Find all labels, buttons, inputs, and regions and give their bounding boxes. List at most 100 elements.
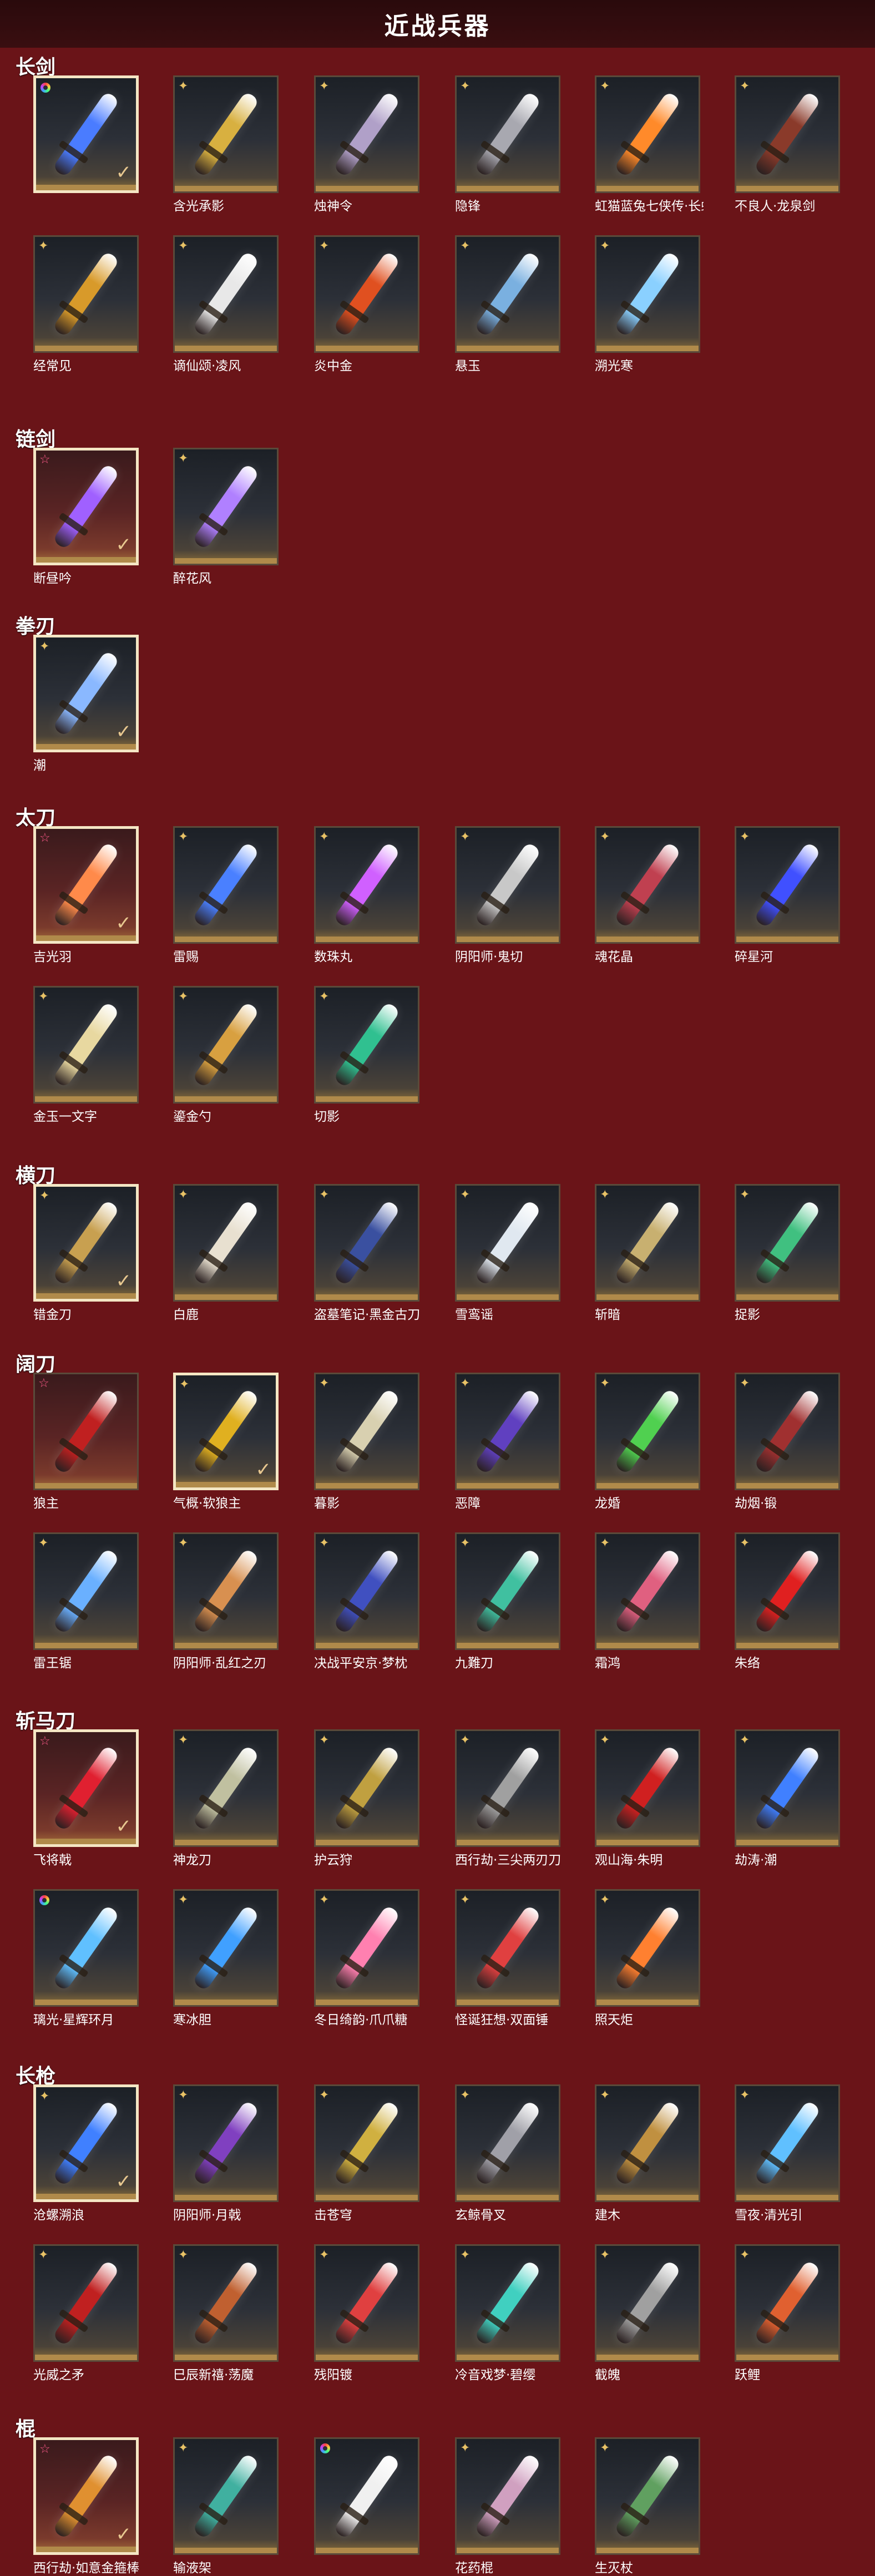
weapon-card[interactable]: ✦ 巳辰新禧·荡魔: [173, 2244, 282, 2383]
weapon-thumbnail[interactable]: ✦: [595, 2437, 700, 2555]
weapon-thumbnail[interactable]: ✦: [455, 1373, 560, 1490]
weapon-thumbnail[interactable]: ✦: [595, 75, 700, 193]
weapon-card[interactable]: ✦ 神龙刀: [173, 1729, 282, 1868]
weapon-card[interactable]: ☆ ✓ 飞将戟: [33, 1729, 142, 1868]
weapon-thumbnail[interactable]: ✦: [735, 1532, 840, 1650]
weapon-thumbnail[interactable]: ✦: [735, 826, 840, 944]
weapon-card[interactable]: ✦ 残阳镀: [314, 2244, 423, 2383]
weapon-card[interactable]: ✦ 虹猫蓝兔七侠传·长虹剑: [595, 75, 704, 214]
weapon-card[interactable]: 璃光·星辉环月: [33, 1889, 142, 2028]
weapon-card[interactable]: ✦ 劫涛·潮: [735, 1729, 843, 1868]
weapon-thumbnail[interactable]: ✦: [455, 75, 560, 193]
weapon-thumbnail[interactable]: ✦: [314, 1373, 419, 1490]
weapon-thumbnail[interactable]: ✦ ✓: [33, 635, 139, 752]
weapon-card[interactable]: ✦ 隐锋: [455, 75, 564, 214]
weapon-thumbnail[interactable]: ✦: [455, 1729, 560, 1847]
weapon-thumbnail[interactable]: ✦: [173, 1889, 279, 2007]
weapon-card[interactable]: ✦ ✓ 沧螺溯浪: [33, 2084, 142, 2223]
weapon-thumbnail[interactable]: ✦: [314, 2084, 419, 2202]
weapon-thumbnail[interactable]: ✦: [455, 1184, 560, 1302]
weapon-card[interactable]: ✦ 雷赐: [173, 826, 282, 965]
weapon-thumbnail[interactable]: ✦: [314, 75, 419, 193]
weapon-card[interactable]: ✦ 决战平安京·梦枕: [314, 1532, 423, 1671]
weapon-card[interactable]: ✦ 龙婚: [595, 1373, 704, 1511]
weapon-card[interactable]: ✦ 恶障: [455, 1373, 564, 1511]
weapon-thumbnail[interactable]: ✦: [455, 2244, 560, 2362]
weapon-thumbnail[interactable]: ✓: [33, 75, 139, 193]
weapon-card[interactable]: ✦ 霜鸿: [595, 1532, 704, 1671]
weapon-card[interactable]: ✦ 不良人·龙泉剑: [735, 75, 843, 214]
weapon-thumbnail[interactable]: ✦: [595, 235, 700, 353]
weapon-thumbnail[interactable]: ✦: [314, 986, 419, 1104]
weapon-thumbnail[interactable]: ✦: [735, 75, 840, 193]
weapon-card[interactable]: ✦ 经常见: [33, 235, 142, 374]
weapon-thumbnail[interactable]: ✦: [735, 2084, 840, 2202]
weapon-card[interactable]: ✦ 金玉一文字: [33, 986, 142, 1125]
weapon-thumbnail[interactable]: ✦: [595, 2244, 700, 2362]
weapon-thumbnail[interactable]: ✦: [455, 235, 560, 353]
weapon-card[interactable]: ✦ 阴阳师·月戟: [173, 2084, 282, 2223]
weapon-thumbnail[interactable]: ✦: [595, 1729, 700, 1847]
weapon-card[interactable]: ✦ 劫烟·锻: [735, 1373, 843, 1511]
weapon-thumbnail[interactable]: ✦: [455, 826, 560, 944]
weapon-thumbnail[interactable]: ✦: [33, 235, 139, 353]
weapon-card[interactable]: ✦ 切影: [314, 986, 423, 1125]
weapon-thumbnail[interactable]: ✦: [595, 2084, 700, 2202]
weapon-thumbnail[interactable]: ✦: [314, 1889, 419, 2007]
weapon-card[interactable]: ✦ 阴阳师·乱红之刃: [173, 1532, 282, 1671]
weapon-card[interactable]: ✓: [33, 75, 142, 195]
weapon-card[interactable]: ✦ 盗墓笔记·黑金古刀: [314, 1184, 423, 1323]
weapon-thumbnail[interactable]: ✦: [595, 1184, 700, 1302]
weapon-thumbnail[interactable]: ✦: [595, 1373, 700, 1490]
weapon-card[interactable]: ✦ ✓ 潮: [33, 635, 142, 773]
weapon-thumbnail[interactable]: ✦: [33, 2244, 139, 2362]
weapon-card[interactable]: [314, 2437, 423, 2557]
weapon-thumbnail[interactable]: ✦: [735, 1373, 840, 1490]
weapon-card[interactable]: ✦ 截魄: [595, 2244, 704, 2383]
weapon-card[interactable]: ☆ 狼主: [33, 1373, 142, 1511]
weapon-card[interactable]: ✦ 雷王锯: [33, 1532, 142, 1671]
weapon-card[interactable]: ✦ 白鹿: [173, 1184, 282, 1323]
weapon-card[interactable]: ✦ 朱络: [735, 1532, 843, 1671]
weapon-thumbnail[interactable]: ✦: [173, 2084, 279, 2202]
weapon-card[interactable]: ✦ 炎中金: [314, 235, 423, 374]
weapon-card[interactable]: ✦ 捉影: [735, 1184, 843, 1323]
weapon-thumbnail[interactable]: ✦: [33, 1532, 139, 1650]
weapon-thumbnail[interactable]: ✦: [595, 1532, 700, 1650]
weapon-thumbnail[interactable]: ✦: [173, 1184, 279, 1302]
weapon-thumbnail[interactable]: ✦ ✓: [173, 1373, 279, 1490]
weapon-thumbnail[interactable]: ✦ ✓: [33, 2084, 139, 2202]
weapon-card[interactable]: ✦ 护云狩: [314, 1729, 423, 1868]
weapon-card[interactable]: ✦ 玄鲸骨叉: [455, 2084, 564, 2223]
weapon-thumbnail[interactable]: ✦: [595, 826, 700, 944]
weapon-card[interactable]: ✦ 雪鸾谣: [455, 1184, 564, 1323]
weapon-card[interactable]: ✦ 碎星河: [735, 826, 843, 965]
weapon-thumbnail[interactable]: ✦: [455, 2084, 560, 2202]
weapon-card[interactable]: ✦ 西行劫·三尖两刃刀: [455, 1729, 564, 1868]
weapon-card[interactable]: ✦ 数珠丸: [314, 826, 423, 965]
weapon-card[interactable]: ✦ 光威之矛: [33, 2244, 142, 2383]
weapon-card[interactable]: ✦ 九難刀: [455, 1532, 564, 1671]
weapon-thumbnail[interactable]: ✦: [314, 1729, 419, 1847]
weapon-thumbnail[interactable]: ✦: [173, 826, 279, 944]
weapon-card[interactable]: ✦ 击苍穹: [314, 2084, 423, 2223]
weapon-thumbnail[interactable]: ✦: [314, 235, 419, 353]
weapon-card[interactable]: ✦ 生灭杖: [595, 2437, 704, 2576]
weapon-thumbnail[interactable]: ✦: [595, 1889, 700, 2007]
weapon-card[interactable]: ✦ ✓ 气概·软狼主: [173, 1373, 282, 1511]
weapon-thumbnail[interactable]: ✦: [735, 1184, 840, 1302]
weapon-thumbnail[interactable]: ✦: [735, 1729, 840, 1847]
weapon-card[interactable]: ✦ 雪夜·清光引: [735, 2084, 843, 2223]
weapon-card[interactable]: ✦ 溯光寒: [595, 235, 704, 374]
weapon-card[interactable]: ✦ 观山海·朱明: [595, 1729, 704, 1868]
weapon-thumbnail[interactable]: ✦: [173, 986, 279, 1104]
weapon-thumbnail[interactable]: [314, 2437, 419, 2555]
weapon-card[interactable]: ✦ 怪诞狂想·双面锤: [455, 1889, 564, 2028]
weapon-card[interactable]: ✦ 鎏金勺: [173, 986, 282, 1125]
weapon-card[interactable]: ✦ 暮影: [314, 1373, 423, 1511]
weapon-card[interactable]: ✦ 魂花晶: [595, 826, 704, 965]
weapon-card[interactable]: ✦ 谪仙颂·凌风: [173, 235, 282, 374]
weapon-card[interactable]: ☆ ✓ 吉光羽: [33, 826, 142, 965]
weapon-thumbnail[interactable]: ☆ ✓: [33, 1729, 139, 1847]
weapon-thumbnail[interactable]: ☆ ✓: [33, 826, 139, 944]
